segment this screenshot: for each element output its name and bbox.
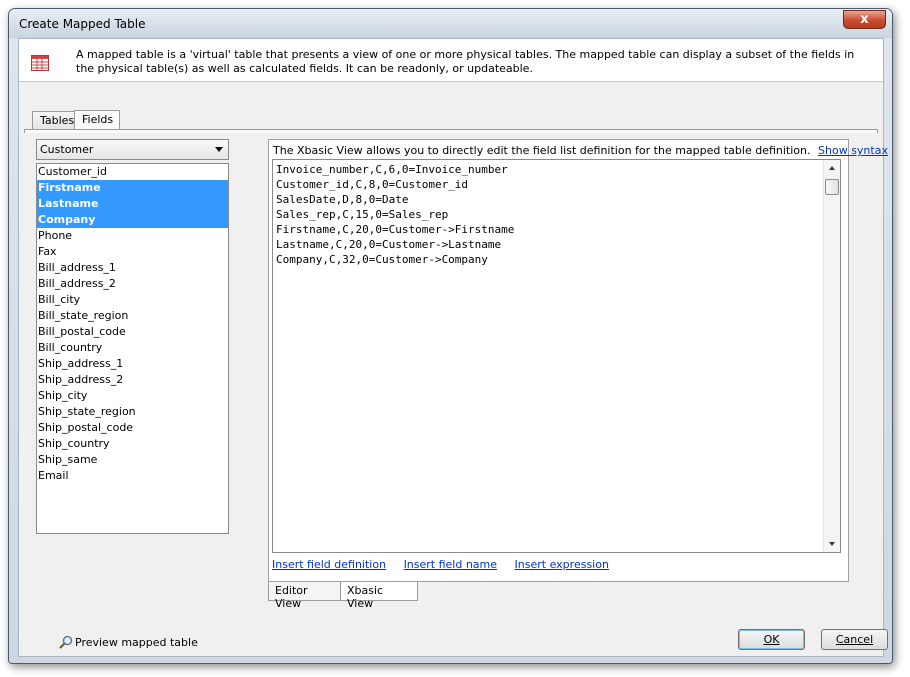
editor-line: Firstname,C,20,0=Customer->Firstname xyxy=(276,223,515,236)
chevron-down-icon[interactable] xyxy=(215,147,223,152)
list-item[interactable]: Ship_city xyxy=(37,388,228,404)
xbasic-panel: The Xbasic View allows you to directly e… xyxy=(268,139,888,582)
tab-xbasic-view[interactable]: Xbasic View xyxy=(340,582,418,610)
header-description: A mapped table is a 'virtual' table that… xyxy=(76,48,855,75)
list-item[interactable]: Company xyxy=(37,212,228,228)
dialog-client: A mapped table is a 'virtual' table that… xyxy=(18,38,888,657)
editor-text[interactable]: Invoice_number,C,6,0=Invoice_number Cust… xyxy=(276,162,514,267)
list-item[interactable]: Bill_country xyxy=(37,340,228,356)
insert-field-name-link[interactable]: Insert field name xyxy=(404,558,497,571)
list-item[interactable]: Firstname xyxy=(37,180,228,196)
list-item[interactable]: Fax xyxy=(37,244,228,260)
window-title: Create Mapped Table xyxy=(19,17,146,31)
xbasic-editor[interactable]: Invoice_number,C,6,0=Invoice_number Cust… xyxy=(272,159,841,553)
title-bar[interactable]: Create Mapped Table x xyxy=(9,9,892,38)
dialog-window: Create Mapped Table x A mapped table is … xyxy=(8,8,893,664)
scroll-down-icon[interactable] xyxy=(829,542,835,546)
xbasic-description: The Xbasic View allows you to directly e… xyxy=(273,144,811,157)
list-item[interactable]: Phone xyxy=(37,228,228,244)
ok-label: OK xyxy=(763,633,780,646)
tab-editor-view[interactable]: Editor View xyxy=(268,582,341,610)
list-item[interactable]: Ship_address_1 xyxy=(37,356,228,372)
list-item[interactable]: Ship_same xyxy=(37,452,228,468)
ok-button[interactable]: OK xyxy=(738,629,805,650)
editor-line: Lastname,C,20,0=Customer->Lastname xyxy=(276,238,502,251)
list-item[interactable]: Bill_city xyxy=(37,292,228,308)
editor-line: Sales_rep,C,15,0=Sales_rep xyxy=(276,208,449,221)
list-item[interactable]: Email xyxy=(37,468,228,484)
editor-tabs: Editor View Xbasic View xyxy=(268,582,428,610)
tab-fields[interactable]: Fields xyxy=(74,110,120,131)
editor-line: Customer_id,C,8,0=Customer_id xyxy=(276,178,469,191)
table-select-value: Customer xyxy=(40,143,94,156)
xbasic-description-row: The Xbasic View allows you to directly e… xyxy=(273,144,888,157)
cancel-button[interactable]: Cancel xyxy=(821,629,888,650)
editor-line: Invoice_number,C,6,0=Invoice_number xyxy=(276,163,508,176)
scroll-up-icon[interactable] xyxy=(829,166,835,170)
magnifier-icon xyxy=(59,635,73,649)
list-item[interactable]: Customer_id xyxy=(37,164,228,180)
list-item[interactable]: Bill_address_1 xyxy=(37,260,228,276)
editor-line: SalesDate,D,8,0=Date xyxy=(276,193,409,206)
cancel-label: Cancel xyxy=(835,633,874,646)
list-item[interactable]: Ship_state_region xyxy=(37,404,228,420)
close-button[interactable]: x xyxy=(843,10,886,29)
insert-links: Insert field definition Insert field nam… xyxy=(272,558,623,571)
list-item[interactable]: Lastname xyxy=(37,196,228,212)
field-list[interactable]: Customer_id Firstname Lastname Company P… xyxy=(36,163,229,534)
tab-tables[interactable]: Tables xyxy=(32,111,75,130)
description-header: A mapped table is a 'virtual' table that… xyxy=(19,39,883,82)
list-item[interactable]: Bill_postal_code xyxy=(37,324,228,340)
preview-label: Preview mapped table xyxy=(75,636,198,649)
table-grid-icon xyxy=(31,55,49,71)
vertical-scrollbar[interactable] xyxy=(823,160,840,552)
insert-expression-link[interactable]: Insert expression xyxy=(515,558,609,571)
editor-line: Company,C,32,0=Customer->Company xyxy=(276,253,488,266)
tab-strip-line xyxy=(24,129,878,133)
insert-field-definition-link[interactable]: Insert field definition xyxy=(272,558,386,571)
table-select[interactable]: Customer xyxy=(36,139,229,160)
show-syntax-link[interactable]: Show syntax xyxy=(818,144,888,157)
list-item[interactable]: Bill_address_2 xyxy=(37,276,228,292)
list-item[interactable]: Ship_address_2 xyxy=(37,372,228,388)
close-icon: x xyxy=(860,12,869,27)
scroll-thumb[interactable] xyxy=(825,179,839,195)
list-item[interactable]: Bill_state_region xyxy=(37,308,228,324)
list-item[interactable]: Ship_postal_code xyxy=(37,420,228,436)
list-item[interactable]: Ship_country xyxy=(37,436,228,452)
